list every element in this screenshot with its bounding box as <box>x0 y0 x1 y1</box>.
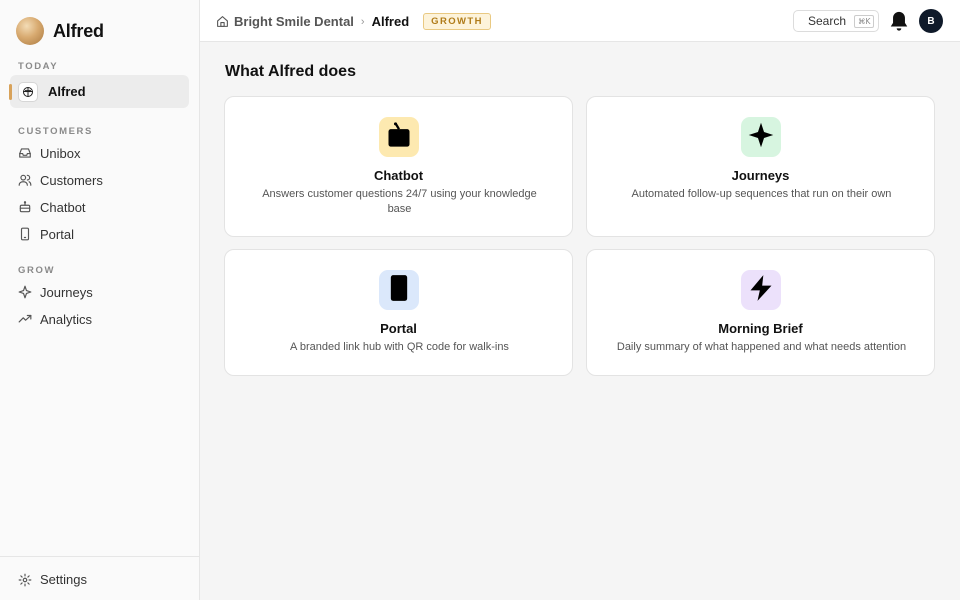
breadcrumb-business[interactable]: Bright Smile Dental <box>234 14 354 29</box>
brand-logo <box>16 17 44 45</box>
breadcrumb: Bright Smile Dental › Alfred GROWTH <box>216 13 491 30</box>
sidebar-item-label: Chatbot <box>40 199 86 215</box>
active-indicator <box>9 84 12 100</box>
phone-icon <box>18 227 32 241</box>
sidebar-item-alfred[interactable]: Alfred <box>9 75 189 108</box>
page-title: What Alfred does <box>225 63 356 80</box>
gear-icon <box>18 573 32 587</box>
section-label-today: TODAY <box>18 61 59 72</box>
card-title: Chatbot <box>373 168 424 183</box>
card-description: A branded link hub with QR code for walk… <box>290 341 509 353</box>
card-morning-brief[interactable]: Morning Brief Daily summary of what happ… <box>586 249 935 376</box>
card-title: Morning Brief <box>718 321 803 336</box>
lightning-icon <box>747 274 775 307</box>
sidebar-item-journeys[interactable]: Journeys <box>10 279 189 305</box>
section-label-grow: GROW <box>18 265 56 276</box>
section-label-customers: CUSTOMERS <box>18 126 93 137</box>
card-description: Automated follow-up sequences that run o… <box>631 188 892 200</box>
card-description: Daily summary of what happened and what … <box>616 341 907 353</box>
brand-name: Alfred <box>53 20 104 41</box>
inbox-icon <box>18 146 32 160</box>
users-icon <box>18 173 32 187</box>
card-portal[interactable]: Portal A branded link hub with QR code f… <box>224 249 573 376</box>
card-icon-bg <box>741 270 781 310</box>
plan-badge: GROWTH <box>423 13 491 30</box>
sidebar-footer: Settings <box>0 556 199 600</box>
sparkle-icon <box>18 285 32 299</box>
trend-icon <box>18 312 32 326</box>
top-bar: Bright Smile Dental › Alfred GROWTH Sear… <box>200 0 960 42</box>
card-title: Portal <box>380 321 417 336</box>
card-chatbot[interactable]: Chatbot Answers customer questions 24/7 … <box>224 96 573 237</box>
sidebar-item-label: Alfred <box>48 84 86 99</box>
card-icon-bg <box>379 270 419 310</box>
sidebar-item-chatbot[interactable]: Chatbot <box>10 194 189 220</box>
sidebar-item-label: Unibox <box>40 145 81 161</box>
brand[interactable]: Alfred <box>16 17 104 45</box>
sidebar-item-label: Analytics <box>40 311 93 327</box>
settings-label: Settings <box>40 572 87 587</box>
sidebar-item-portal[interactable]: Portal <box>10 221 189 247</box>
tv-icon <box>385 121 413 154</box>
search-label: Search <box>808 14 847 28</box>
sidebar-item-settings[interactable]: Settings <box>18 572 87 587</box>
gift-icon <box>18 81 38 102</box>
breadcrumb-separator: › <box>360 15 365 28</box>
sidebar-item-label: Portal <box>40 226 74 242</box>
sidebar-item-analytics[interactable]: Analytics <box>10 306 189 332</box>
card-description: Answers customer questions 24/7 using yo… <box>262 188 537 215</box>
sidebar-item-customers[interactable]: Customers <box>10 167 189 193</box>
phone-icon <box>385 274 413 307</box>
breadcrumb-current: Alfred <box>371 14 410 29</box>
sidebar-item-unibox[interactable]: Unibox <box>10 140 189 166</box>
bot-icon <box>18 200 32 214</box>
card-icon-bg <box>379 117 419 157</box>
home-icon[interactable] <box>216 15 229 28</box>
sidebar-item-label: Journeys <box>40 284 93 300</box>
avatar[interactable]: B <box>919 9 943 33</box>
bell-icon[interactable] <box>888 9 910 33</box>
card-icon-bg <box>741 117 781 157</box>
sparkle-icon <box>747 121 775 154</box>
search-button[interactable]: Search ⌘K <box>793 10 879 32</box>
card-journeys[interactable]: Journeys Automated follow-up sequences t… <box>586 96 935 237</box>
search-shortcut: ⌘K <box>854 14 875 28</box>
card-title: Journeys <box>731 168 790 183</box>
sidebar: Alfred TODAY Alfred CUSTOMERS Unibox Cus… <box>0 0 200 600</box>
sidebar-item-label: Customers <box>40 172 103 188</box>
